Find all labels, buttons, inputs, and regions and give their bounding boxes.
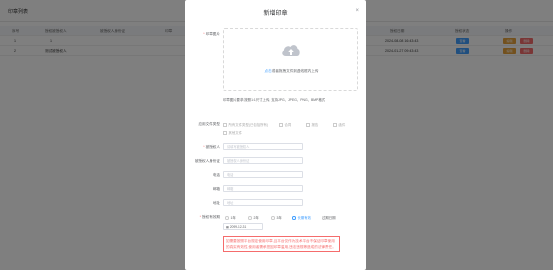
period-radio-1y[interactable]: 1年 [225,215,236,220]
warning-notice: 如需要按照平台规定使用印章,且平台仅作为技术平台不保证印章使用的真实有效性,使用… [223,236,340,252]
upload-dropzone[interactable]: 点击或者拖拽文件到虚线框内上传 [223,28,358,91]
close-icon[interactable]: × [355,8,359,14]
grantee-label: * 被授权人 [203,145,220,149]
grantee-input[interactable]: 请填写被授权人 [223,143,303,150]
email-label: 邮箱 [212,187,220,191]
address-label: 地址 [212,201,220,205]
doc-type-label: 应用文件类型 [198,122,220,126]
phone-label: 电话 [212,173,220,177]
expiry-date-label: 过期日期 [322,216,336,220]
email-input[interactable]: 邮箱 [223,185,303,192]
period-radio-3y[interactable]: 3年 [271,215,282,220]
period-radio-2y[interactable]: 2年 [248,215,259,220]
doc-type-checkbox[interactable]: 函件 [333,122,345,127]
period-label: * 授权有效期 [199,215,220,219]
doc-type-checkbox[interactable]: 合同 [279,122,291,127]
cloud-upload-icon [282,45,300,56]
dialog-title: 新增印章 [263,11,288,17]
doc-type-checkbox[interactable]: 其他文件 [223,130,242,135]
period-radio-permanent[interactable]: 长期有效 [292,215,311,220]
upload-tip: 印章图片要求:按照1:1尺寸上传, 支持JPG、JPEG、PNG、BMP格式 [223,98,326,102]
upload-text: 点击或者拖拽文件到虚线框内上传 [264,69,319,73]
calendar-icon: ▦ [226,225,230,229]
phone-input[interactable]: 电话 [223,171,303,178]
doc-type-checkbox[interactable]: 报告 [306,122,318,127]
seal-image-label: * 印章图片 [203,32,220,36]
idcard-input[interactable]: 被授权人身份证 [223,157,303,164]
address-input[interactable]: 地址 [223,199,303,206]
doc-type-checkbox[interactable]: 所有文件类型(已包括所有) [223,122,268,127]
idcard-label: 被授权人身份证 [194,159,220,163]
expiry-date-input[interactable]: ▦ 2099-12-31 [223,223,263,230]
add-seal-dialog: 新增印章 × * 印章图片 点击或者拖拽文件到虚线框内上传 印章图片要求:按照1… [185,0,366,270]
